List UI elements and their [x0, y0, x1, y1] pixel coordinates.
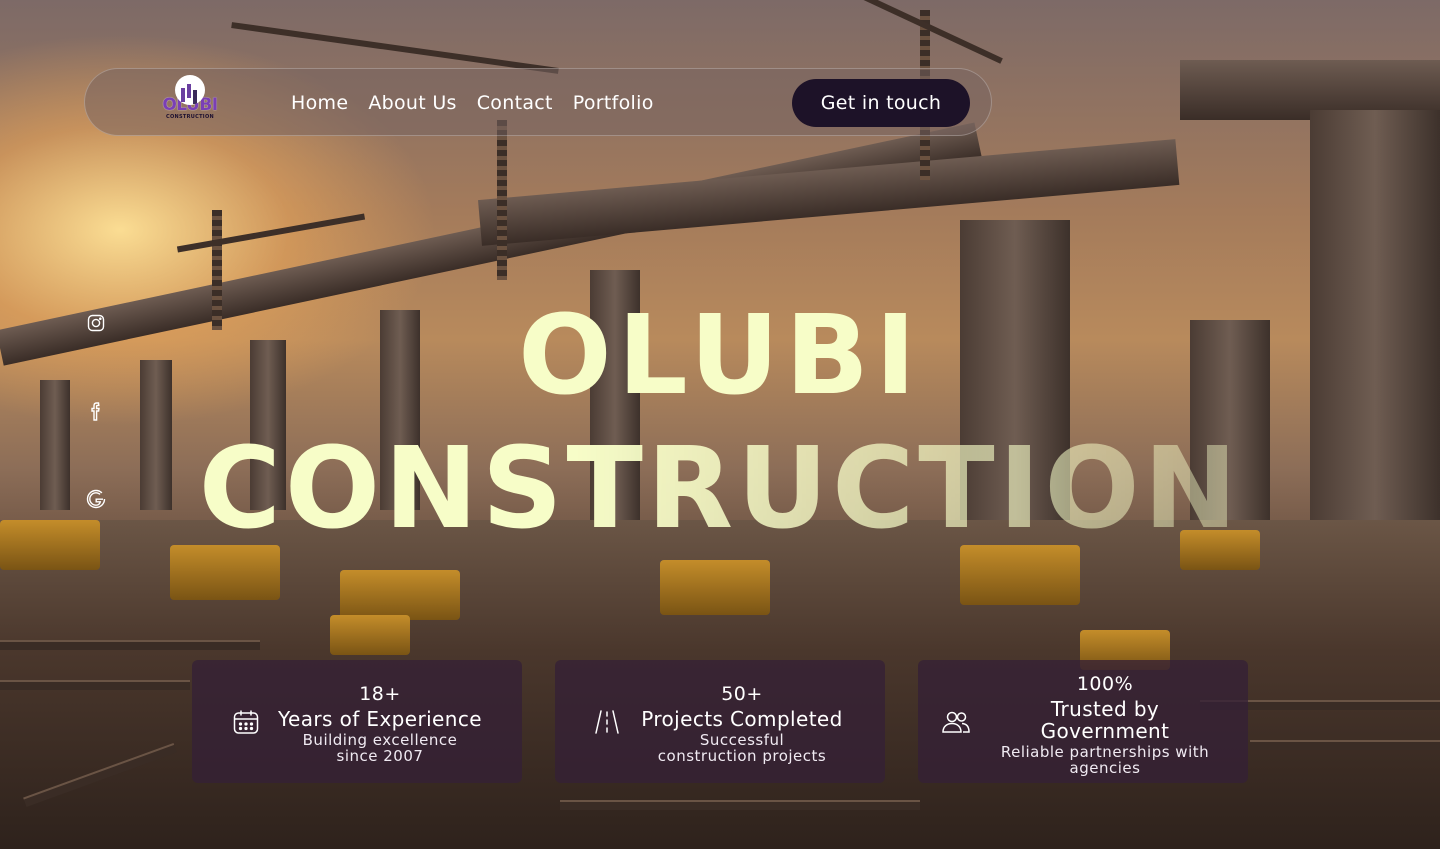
brand-logo[interactable]: OLUBI CONSTRUCTION [157, 75, 223, 131]
stat-description: construction projects [657, 747, 827, 765]
stat-description: agencies [1069, 759, 1141, 777]
stat-title: Trusted by [1050, 697, 1160, 721]
users-icon [941, 708, 970, 736]
hero-title-line-1: OLUBI [518, 291, 922, 419]
calendar-icon [232, 708, 260, 736]
stat-card-projects: 50+ Projects Completed Successful constr… [555, 660, 885, 783]
stat-title: Government [1040, 719, 1170, 743]
logo-subtext: CONSTRUCTION [165, 114, 214, 120]
nav-link-home[interactable]: Home [291, 92, 348, 114]
road-icon [593, 708, 621, 736]
stat-description: Building excellence [302, 731, 458, 749]
stat-title: Projects Completed [641, 707, 843, 731]
stat-title: Years of Experience [278, 707, 482, 731]
nav-link-about-us[interactable]: About Us [368, 92, 456, 114]
logo-mark-icon [175, 75, 205, 105]
nav-links: Home About Us Contact Portfolio [291, 69, 654, 137]
navbar: OLUBI CONSTRUCTION Home About Us Contact… [84, 68, 992, 136]
hero-title-line-2: CONSTRUCTION [198, 424, 1242, 554]
stat-value: 18+ [359, 683, 401, 705]
stat-card-trust: 100% Trusted by Government Reliable part… [918, 660, 1248, 783]
nav-link-portfolio[interactable]: Portfolio [573, 92, 654, 114]
stat-card-experience: 18+ Years of Experience Building excelle… [192, 660, 522, 783]
stat-description: Reliable partnerships with [1000, 743, 1210, 761]
stat-description: Successful [699, 731, 785, 749]
stat-description: since 2007 [336, 747, 424, 765]
get-in-touch-button[interactable]: Get in touch [792, 79, 970, 127]
stat-value: 50+ [721, 683, 763, 705]
nav-link-contact[interactable]: Contact [477, 92, 553, 114]
stat-value: 100% [1076, 673, 1134, 695]
